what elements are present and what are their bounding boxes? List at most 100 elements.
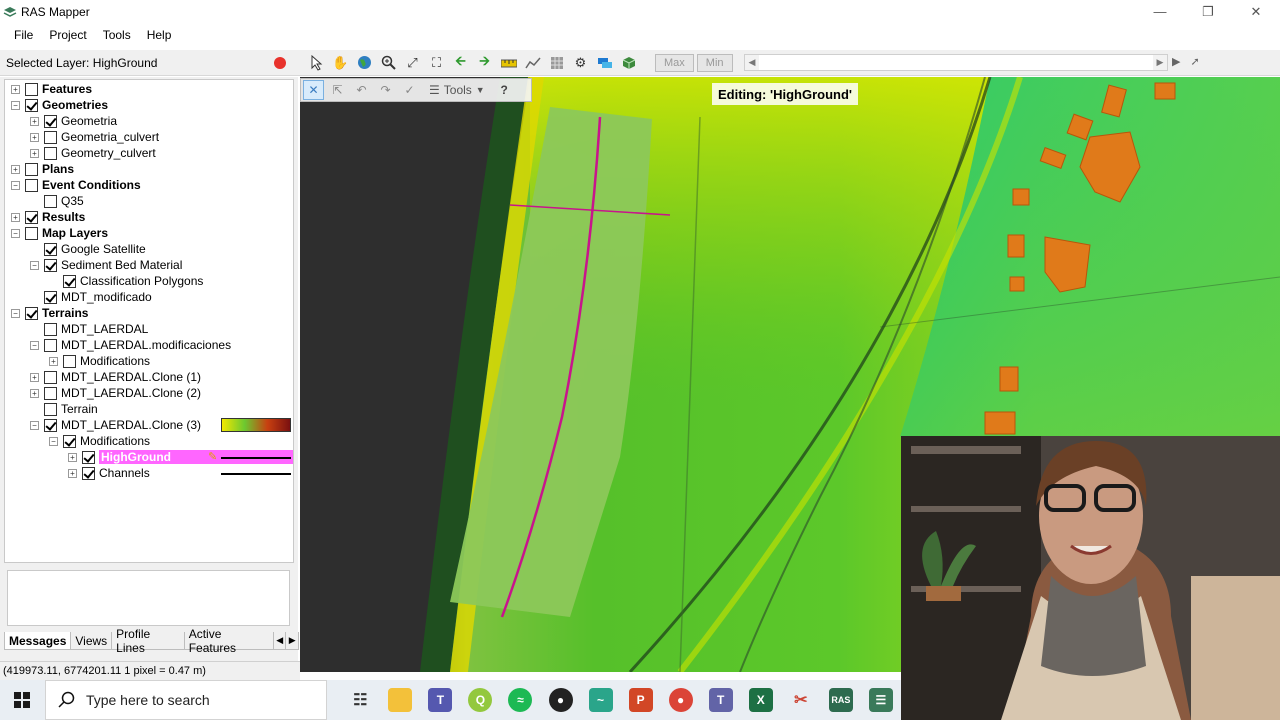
tree-item-mdt-laerdal-clone-2[interactable]: + MDT_LAERDAL.Clone (2) xyxy=(30,385,201,401)
tab-views[interactable]: Views xyxy=(70,632,113,650)
layer-checkbox[interactable] xyxy=(44,418,57,432)
restore-button[interactable]: ❐ xyxy=(1184,0,1232,23)
layer-checkbox[interactable] xyxy=(25,210,38,224)
pan-hand-icon[interactable]: ✋ xyxy=(330,52,351,73)
tree-item-plans[interactable]: + Plans xyxy=(11,161,74,177)
excel-icon[interactable]: X xyxy=(741,680,781,720)
snipping-tool-icon[interactable]: ✂ xyxy=(781,680,821,720)
tab-scroll-right-icon[interactable]: ▶ xyxy=(285,632,299,650)
max-button[interactable]: Max xyxy=(655,53,694,72)
tree-item-channels[interactable]: + Channels xyxy=(68,465,150,481)
edit-vertex-icon[interactable]: ⇱ xyxy=(327,80,348,100)
3d-view-icon[interactable] xyxy=(618,52,639,73)
back-arrow-icon[interactable]: 🡨 xyxy=(450,52,471,73)
tab-active-features[interactable]: Active Features xyxy=(183,627,274,655)
expand-icon[interactable]: + xyxy=(11,212,20,222)
tree-item-classification-polygons[interactable]: Classification Polygons xyxy=(49,273,203,289)
profile-line-icon[interactable] xyxy=(522,52,543,73)
tree-item-sediment-bed-material[interactable]: − Sediment Bed Material xyxy=(30,257,182,273)
layer-checkbox[interactable] xyxy=(44,114,57,128)
collapse-icon[interactable]: − xyxy=(11,228,20,238)
layer-checkbox[interactable] xyxy=(44,258,57,272)
expand-icon[interactable]: + xyxy=(11,164,20,174)
layer-checkbox[interactable] xyxy=(63,434,76,448)
teams-icon[interactable]: T xyxy=(420,680,460,720)
collapse-icon[interactable]: − xyxy=(30,260,39,270)
close-button[interactable]: ✕ xyxy=(1232,0,1280,23)
tree-item-modifications[interactable]: − Modifications xyxy=(49,433,150,449)
layer-checkbox[interactable] xyxy=(25,178,38,192)
layer-checkbox[interactable] xyxy=(44,322,57,336)
record-icon[interactable] xyxy=(274,57,286,69)
layer-checkbox[interactable] xyxy=(44,370,57,384)
tree-item-geometry-culvert[interactable]: + Geometry_culvert xyxy=(30,145,156,161)
layer-checkbox[interactable] xyxy=(44,290,57,304)
tree-item-map-layers[interactable]: − Map Layers xyxy=(11,225,108,241)
layer-checkbox[interactable] xyxy=(82,466,95,480)
menu-file[interactable]: File xyxy=(6,28,41,42)
expand-icon[interactable]: + xyxy=(11,84,20,94)
layer-checkbox[interactable] xyxy=(63,354,76,368)
file-explorer-icon[interactable] xyxy=(380,680,420,720)
zoom-in-icon[interactable] xyxy=(378,52,399,73)
layer-checkbox[interactable] xyxy=(44,130,57,144)
collapse-icon[interactable]: − xyxy=(30,420,39,430)
ras-mapper-taskbar-icon[interactable]: ☰ xyxy=(861,680,901,720)
tree-item-geometria-culvert[interactable]: + Geometria_culvert xyxy=(30,129,159,145)
layer-checkbox[interactable] xyxy=(44,194,57,208)
layer-checkbox[interactable] xyxy=(25,98,38,112)
collapse-icon[interactable]: − xyxy=(11,180,20,190)
qgis-icon[interactable]: Q xyxy=(460,680,500,720)
zoom-extents-icon[interactable]: ⤢ xyxy=(402,52,423,73)
layer-checkbox[interactable] xyxy=(44,338,57,352)
windows-start-icon[interactable] xyxy=(0,680,45,720)
tree-item-modifications[interactable]: + Modifications xyxy=(49,353,150,369)
help-button[interactable]: ? xyxy=(494,80,515,100)
minimize-button[interactable]: — xyxy=(1136,0,1184,23)
undo-icon[interactable]: ↶ xyxy=(351,80,372,100)
expand-icon[interactable]: + xyxy=(30,116,39,126)
expand-icon[interactable]: + xyxy=(68,452,77,462)
tree-item-features[interactable]: + Features xyxy=(11,81,92,97)
tab-messages[interactable]: Messages xyxy=(4,632,72,650)
redo-icon[interactable]: ↷ xyxy=(375,80,396,100)
tree-item-terrain[interactable]: Terrain xyxy=(30,401,98,417)
chrome-icon[interactable]: ● xyxy=(661,680,701,720)
settings-gear-icon[interactable]: ⚙ xyxy=(570,52,591,73)
layer-checkbox[interactable] xyxy=(25,306,38,320)
min-button[interactable]: Min xyxy=(696,53,733,72)
tree-item-google-satellite[interactable]: Google Satellite xyxy=(30,241,146,257)
expand-icon[interactable]: + xyxy=(30,148,39,158)
animation-icon[interactable]: ➚ xyxy=(1190,55,1199,68)
tab-profile-lines[interactable]: Profile Lines xyxy=(111,627,185,655)
layer-checkbox[interactable] xyxy=(82,450,95,464)
teams-work-icon[interactable]: T xyxy=(701,680,741,720)
tree-item-mdt-laerdal-clone-1[interactable]: + MDT_LAERDAL.Clone (1) xyxy=(30,369,201,385)
hec-ras-icon[interactable]: RAS xyxy=(821,680,861,720)
collapse-icon[interactable]: − xyxy=(49,436,58,446)
layers-icon[interactable] xyxy=(594,52,615,73)
collapse-icon[interactable]: − xyxy=(11,100,20,110)
tree-item-mdt-laerdal-clone-3[interactable]: − MDT_LAERDAL.Clone (3) xyxy=(30,417,201,433)
layer-tree[interactable]: + Features − Geometries + Geometria + Geometria… xyxy=(4,79,294,563)
expand-icon[interactable]: + xyxy=(30,372,39,382)
tree-item-geometries[interactable]: − Geometries xyxy=(11,97,108,113)
tree-item-mdt-laerdal[interactable]: MDT_LAERDAL xyxy=(30,321,148,337)
task-view-icon[interactable]: ☷ xyxy=(340,680,380,720)
pointer-icon[interactable] xyxy=(306,52,327,73)
expand-icon[interactable]: + xyxy=(49,356,58,366)
layer-checkbox[interactable] xyxy=(63,274,76,288)
collapse-icon[interactable]: − xyxy=(30,340,39,350)
tree-item-highground[interactable]: + HighGround xyxy=(68,449,173,465)
tree-item-terrains[interactable]: − Terrains xyxy=(11,305,88,321)
tree-item-q35[interactable]: Q35 xyxy=(30,193,84,209)
layer-checkbox[interactable] xyxy=(44,146,57,160)
layer-checkbox[interactable] xyxy=(25,226,38,240)
layer-checkbox[interactable] xyxy=(25,162,38,176)
obs-icon[interactable]: ● xyxy=(541,680,581,720)
layer-checkbox[interactable] xyxy=(44,402,57,416)
expand-icon[interactable]: + xyxy=(68,468,77,478)
layer-checkbox[interactable] xyxy=(44,242,57,256)
powerpoint-icon[interactable]: P xyxy=(621,680,661,720)
forward-arrow-icon[interactable]: 🡪 xyxy=(474,52,495,73)
